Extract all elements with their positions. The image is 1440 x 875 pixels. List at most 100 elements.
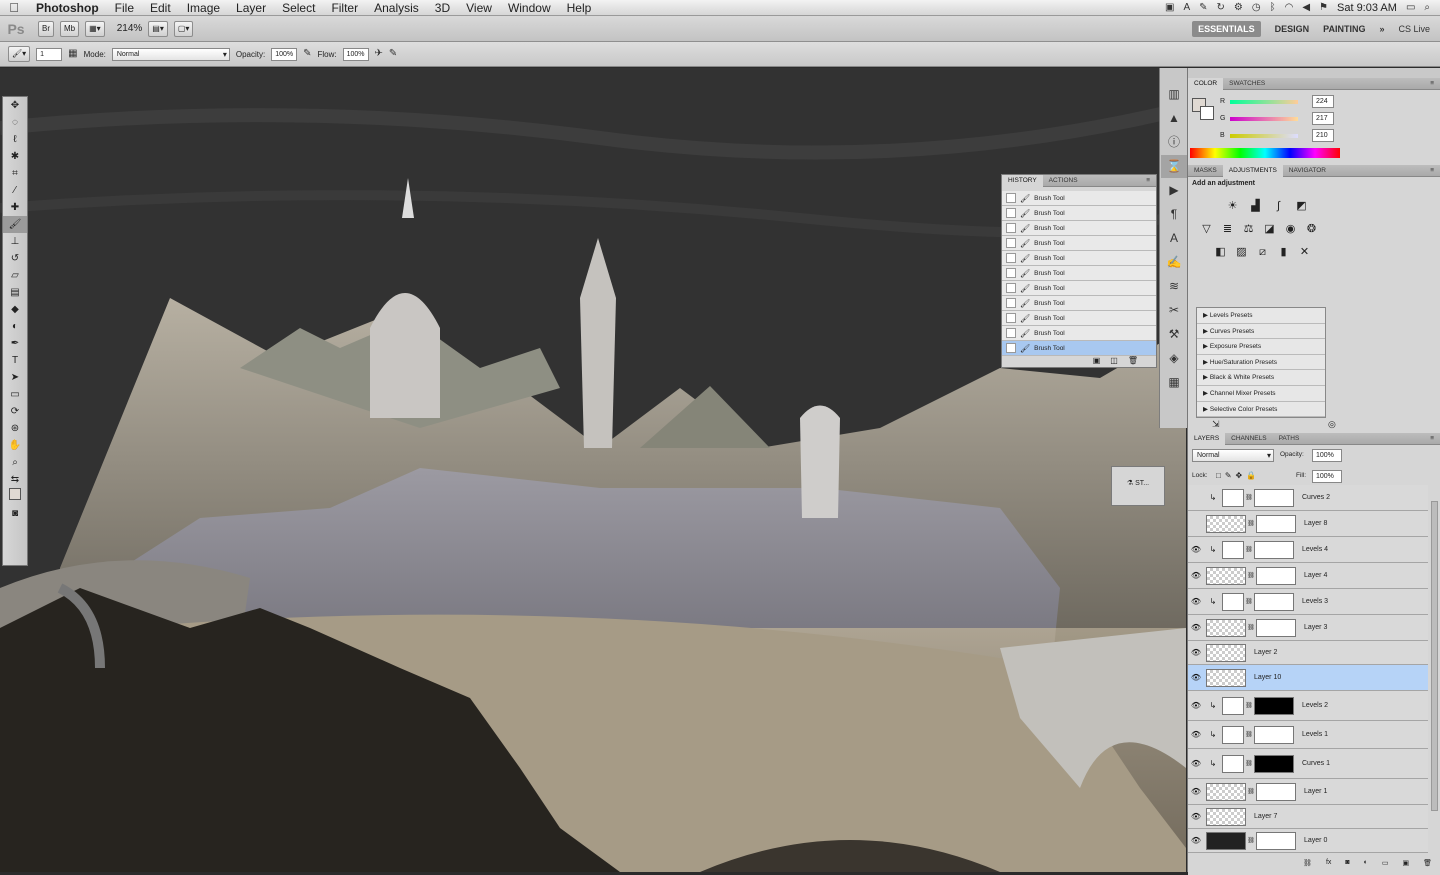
pressure-size-icon[interactable]: ✎ (389, 48, 397, 60)
brush-size-field[interactable]: 1 (36, 47, 63, 61)
sync-icon[interactable]: ↻ (1217, 2, 1225, 14)
lock-icons[interactable]: □✎✥🔒 (1216, 471, 1260, 480)
layer-mask-thumbnail[interactable] (1256, 566, 1296, 585)
tool-presets-icon[interactable]: ⚒ (1161, 323, 1187, 346)
crop-tool-icon[interactable]: ⌗ (3, 165, 27, 182)
layers-scrollbar[interactable] (1431, 501, 1438, 811)
arrange-documents-button[interactable]: ▤▾ (148, 20, 168, 37)
flow-field[interactable]: 100% (342, 47, 369, 61)
threshold-icon[interactable]: ⧄ (1254, 244, 1271, 261)
layer-name[interactable]: Levels 4 (1302, 546, 1328, 553)
layer-mask-thumbnail[interactable] (1254, 725, 1294, 744)
visibility-eye-icon[interactable]: 👁 (1188, 597, 1204, 606)
b-slider[interactable] (1230, 134, 1298, 138)
history-state[interactable]: 🖌 Brush Tool (1002, 281, 1156, 296)
history-state[interactable]: 🖌 Brush Tool (1002, 326, 1156, 341)
preset-item[interactable]: ▶ Exposure Presets (1197, 339, 1325, 355)
quick-select-tool-icon[interactable]: ✱ (3, 148, 27, 165)
menu-view[interactable]: View (458, 0, 500, 16)
layer-thumbnail[interactable] (1206, 514, 1246, 533)
history-state[interactable]: 🖌 Brush Tool (1002, 311, 1156, 326)
preset-item[interactable]: ▶ Hue/Saturation Presets (1197, 354, 1325, 371)
spotlight-icon[interactable]: ⌕ (1424, 2, 1430, 14)
r-field[interactable]: 224 (1312, 95, 1334, 108)
fill-field[interactable]: 100% (1312, 470, 1342, 483)
type-tool-icon[interactable]: T (3, 352, 27, 369)
history-state[interactable]: 🖌 Brush Tool (1002, 341, 1156, 356)
history-checkbox[interactable] (1006, 298, 1016, 308)
adjustment-clip-icon[interactable]: ◎ (1328, 419, 1336, 430)
layer-row[interactable]: ↳ ⛓ Curves 2 (1188, 485, 1428, 511)
visibility-eye-icon[interactable]: 👁 (1188, 730, 1204, 739)
layer-row[interactable]: 👁 ↳ ⛓ Curves 1 (1188, 749, 1428, 779)
foreground-color-swatch[interactable] (3, 488, 27, 505)
layer-mask-thumbnail[interactable] (1254, 754, 1294, 773)
adjustment-thumbnail[interactable] (1222, 725, 1244, 744)
layer-row[interactable]: 👁 ↳ ⛓ Levels 4 (1188, 537, 1428, 563)
black-white-icon[interactable]: ◪ (1261, 221, 1278, 238)
3d-orbit-tool-icon[interactable]: ⊛ (3, 420, 27, 437)
layer-row[interactable]: 👁 Layer 7 (1188, 805, 1428, 829)
history-checkbox[interactable] (1006, 253, 1016, 263)
volume-icon[interactable]: ◀ (1302, 2, 1310, 14)
menu-edit[interactable]: Edit (142, 0, 179, 16)
tab-history[interactable]: HISTORY (1002, 174, 1043, 187)
layer-mask-thumbnail[interactable] (1256, 831, 1296, 850)
add-mask-icon[interactable]: ◙ (1345, 859, 1349, 867)
adjustment-thumbnail[interactable] (1222, 488, 1244, 507)
path-select-tool-icon[interactable]: ➤ (3, 369, 27, 386)
brightness-contrast-icon[interactable]: ☀ (1224, 198, 1241, 215)
notes-icon[interactable]: ▦ (1161, 371, 1187, 394)
layer-name[interactable]: Layer 7 (1254, 813, 1277, 820)
preset-item[interactable]: ▶ Black & White Presets (1197, 370, 1325, 386)
delete-layer-icon[interactable]: 🗑 (1423, 859, 1432, 867)
workspace-design[interactable]: DESIGN (1275, 24, 1310, 34)
airbrush-icon[interactable]: ✈ (375, 48, 383, 60)
visibility-eye-icon[interactable]: 👁 (1188, 648, 1204, 657)
layer-row[interactable]: 👁 ⛓ Layer 1 (1188, 779, 1428, 805)
posterize-icon[interactable]: ▨ (1233, 244, 1250, 261)
layer-row[interactable]: 👁 ↳ ⛓ Levels 1 (1188, 721, 1428, 749)
cs-live-button[interactable]: CS Live (1398, 24, 1430, 34)
history-checkbox[interactable] (1006, 238, 1016, 248)
layer-name[interactable]: Levels 3 (1302, 598, 1328, 605)
layer-thumbnail[interactable] (1206, 807, 1246, 826)
tab-color[interactable]: COLOR (1188, 77, 1224, 90)
clone-stamp-tool-icon[interactable]: ⊥ (3, 233, 27, 250)
workspace-more[interactable]: » (1379, 24, 1384, 34)
layer-thumbnail[interactable] (1206, 566, 1246, 585)
layer-mask-thumbnail[interactable] (1256, 618, 1296, 637)
layer-mask-thumbnail[interactable] (1256, 514, 1296, 533)
preset-item[interactable]: ▶ Levels Presets (1197, 308, 1325, 324)
layer-name[interactable]: Layer 10 (1254, 674, 1281, 681)
gradient-map-icon[interactable]: ▮ (1275, 244, 1292, 261)
adjustment-thumbnail[interactable] (1222, 540, 1244, 559)
history-state[interactable]: 🖌 Brush Tool (1002, 266, 1156, 281)
menu-file[interactable]: File (107, 0, 142, 16)
layer-row[interactable]: 👁 ⛓ Layer 4 (1188, 563, 1428, 589)
vibrance-icon[interactable]: ▽ (1198, 221, 1215, 238)
pressure-opacity-icon[interactable]: ✎ (303, 48, 311, 60)
blend-mode-select[interactable]: Normal (1192, 449, 1274, 462)
adjustments-panel-menu-icon[interactable]: ≡ (1424, 165, 1440, 177)
3d-rotate-tool-icon[interactable]: ⟳ (3, 403, 27, 420)
battery-icon[interactable]: ▭ (1406, 2, 1415, 14)
layer-row[interactable]: 👁 ↳ ⛓ Levels 2 (1188, 691, 1428, 721)
color-balance-icon[interactable]: ⚖ (1240, 221, 1257, 238)
layer-name[interactable]: Levels 2 (1302, 702, 1328, 709)
history-checkbox[interactable] (1006, 193, 1016, 203)
brush-icon[interactable]: ≋ (1161, 275, 1187, 298)
layer-name[interactable]: Layer 4 (1304, 572, 1327, 579)
history-state[interactable]: 🖌 Brush Tool (1002, 206, 1156, 221)
layer-row[interactable]: ⛓ Layer 8 (1188, 511, 1428, 537)
history-checkbox[interactable] (1006, 328, 1016, 338)
tab-navigator[interactable]: NAVIGATOR (1283, 165, 1332, 177)
hue-saturation-icon[interactable]: ≣ (1219, 221, 1236, 238)
view-extras-button[interactable]: ▦▾ (85, 20, 105, 37)
link-layers-icon[interactable]: ⛓ (1303, 859, 1312, 867)
layer-mask-thumbnail[interactable] (1254, 696, 1294, 715)
visibility-eye-icon[interactable]: 👁 (1188, 759, 1204, 768)
visibility-eye-icon[interactable]: 👁 (1188, 701, 1204, 710)
layer-name[interactable]: Layer 8 (1304, 520, 1327, 527)
layer-style-icon[interactable]: fx (1326, 859, 1331, 867)
